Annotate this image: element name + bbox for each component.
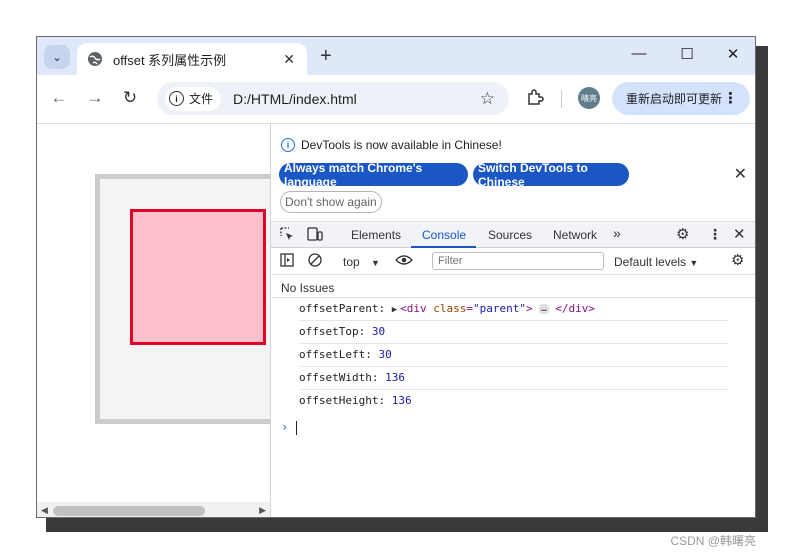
html-close-tag: </div> bbox=[555, 302, 596, 315]
globe-icon bbox=[88, 52, 102, 66]
match-language-button[interactable]: Always match Chrome's language bbox=[279, 161, 468, 189]
tab-search-chevron-icon[interactable]: ⌄ bbox=[44, 45, 70, 69]
infobar-close-icon[interactable]: ✕ bbox=[734, 164, 747, 184]
browser-window: ⌄ offset 系列属性示例 ✕ + — ☐ ✕ ← → ↻ i 文件 D:/… bbox=[36, 36, 756, 518]
info-icon: i bbox=[169, 91, 184, 106]
horizontal-scrollbar[interactable]: ◀ ▶ bbox=[37, 502, 270, 517]
relaunch-update-button[interactable]: 重新启动即可更新 ⋮ bbox=[612, 82, 750, 115]
clear-console-icon[interactable] bbox=[308, 253, 322, 267]
html-tag: <div bbox=[400, 302, 434, 315]
log-value: 136 bbox=[385, 371, 405, 384]
maximize-icon[interactable]: ☐ bbox=[677, 45, 697, 63]
page-viewport: ◀ ▶ bbox=[37, 124, 270, 517]
infobar-message-row: i DevTools is now available in Chinese! bbox=[281, 138, 502, 152]
tab-title: offset 系列属性示例 bbox=[113, 52, 227, 68]
console-settings-gear-icon[interactable]: ⚙ bbox=[731, 251, 744, 269]
kebab-menu-icon[interactable]: ⋮ bbox=[723, 89, 738, 107]
watermark: CSDN @韩曙亮 bbox=[670, 534, 756, 548]
devtools-panel: i DevTools is now available in Chinese! … bbox=[270, 124, 755, 517]
infobar-message: DevTools is now available in Chinese! bbox=[301, 138, 502, 152]
console-input-caret[interactable] bbox=[296, 421, 297, 435]
levels-arrow-icon: ▼ bbox=[689, 258, 699, 268]
log-value: 30 bbox=[371, 325, 386, 338]
console-log: offsetParent: ▶ <div class="parent"> … </… bbox=[271, 298, 755, 412]
sidebar-toggle-icon[interactable] bbox=[280, 253, 294, 267]
toolbar-divider bbox=[561, 90, 562, 108]
html-attr-value: "parent" bbox=[473, 302, 526, 315]
log-offset-height: offsetHeight: 136 bbox=[299, 390, 729, 412]
devtools-menu-icon[interactable]: ⋮ bbox=[708, 226, 722, 243]
more-tabs-icon[interactable]: » bbox=[613, 225, 621, 241]
parent-div bbox=[95, 174, 270, 424]
tab-network[interactable]: Network bbox=[553, 228, 597, 242]
bookmark-star-icon[interactable]: ☆ bbox=[480, 89, 495, 109]
expand-triangle-icon[interactable]: ▶ bbox=[392, 305, 397, 315]
log-offset-left: offsetLeft: 30 bbox=[299, 344, 729, 367]
language-infobar: i DevTools is now available in Chinese! … bbox=[271, 124, 755, 221]
extensions-puzzle-icon[interactable] bbox=[526, 88, 544, 106]
log-key: offsetTop: bbox=[299, 325, 372, 338]
tab-console[interactable]: Console bbox=[422, 228, 466, 242]
info-circle-icon: i bbox=[281, 138, 295, 152]
console-prompt-chevron-icon: › bbox=[281, 420, 289, 434]
tab-sources[interactable]: Sources bbox=[488, 228, 532, 242]
reload-icon[interactable]: ↻ bbox=[119, 88, 141, 108]
back-arrow-icon[interactable]: ← bbox=[48, 88, 70, 108]
scroll-left-icon[interactable]: ◀ bbox=[41, 505, 48, 516]
window-close-icon[interactable]: ✕ bbox=[723, 45, 743, 63]
log-value: 136 bbox=[391, 394, 412, 407]
url-text[interactable]: D:/HTML/index.html bbox=[233, 91, 480, 107]
log-offset-parent[interactable]: offsetParent: ▶ <div class="parent"> … </… bbox=[299, 298, 729, 321]
issues-counter[interactable]: No Issues bbox=[271, 275, 755, 298]
html-attr-name: class bbox=[433, 302, 467, 315]
tab-strip: ⌄ offset 系列属性示例 ✕ + — ☐ ✕ bbox=[37, 37, 755, 75]
inspect-element-icon[interactable] bbox=[280, 227, 294, 241]
address-bar[interactable]: i 文件 D:/HTML/index.html ☆ bbox=[157, 82, 509, 115]
html-tag-end: > bbox=[526, 302, 533, 315]
log-offset-top: offsetTop: 30 bbox=[299, 321, 729, 344]
scroll-right-icon[interactable]: ▶ bbox=[259, 505, 266, 516]
site-info-chip[interactable]: i 文件 bbox=[165, 86, 222, 111]
levels-label: Default levels bbox=[614, 255, 687, 269]
profile-avatar[interactable]: 晴亮 bbox=[578, 87, 600, 109]
browser-toolbar: ← → ↻ i 文件 D:/HTML/index.html ☆ 晴亮 重新启动即… bbox=[37, 75, 755, 124]
child-div bbox=[130, 209, 266, 345]
update-label: 重新启动即可更新 bbox=[626, 92, 723, 106]
context-label: top bbox=[343, 255, 360, 269]
tab-close-icon[interactable]: ✕ bbox=[283, 51, 295, 68]
devtools-close-icon[interactable]: ✕ bbox=[733, 225, 746, 243]
log-offset-width: offsetWidth: 136 bbox=[299, 367, 729, 390]
browser-tab[interactable]: offset 系列属性示例 ✕ bbox=[77, 43, 307, 75]
live-expression-eye-icon[interactable] bbox=[395, 254, 413, 266]
device-toolbar-icon[interactable] bbox=[307, 227, 323, 241]
collapsed-content-badge[interactable]: … bbox=[539, 304, 549, 314]
log-key: offsetParent: bbox=[299, 302, 392, 315]
log-key: offsetLeft: bbox=[299, 348, 379, 361]
settings-gear-icon[interactable]: ⚙ bbox=[676, 225, 689, 243]
console-filter-input[interactable] bbox=[432, 252, 604, 270]
minimize-icon[interactable]: — bbox=[629, 45, 649, 62]
new-tab-plus-icon[interactable]: + bbox=[320, 45, 332, 68]
log-key: offsetHeight: bbox=[299, 394, 392, 407]
dont-show-again-button[interactable]: Don't show again bbox=[280, 191, 382, 213]
log-key: offsetWidth: bbox=[299, 371, 386, 384]
tab-elements[interactable]: Elements bbox=[351, 228, 401, 242]
forward-arrow-icon[interactable]: → bbox=[84, 88, 106, 108]
switch-chinese-button[interactable]: Switch DevTools to Chinese bbox=[473, 161, 629, 189]
site-info-label: 文件 bbox=[189, 92, 214, 106]
dropdown-arrow-icon: ▼ bbox=[371, 258, 380, 268]
log-levels-dropdown[interactable]: Default levels ▼ bbox=[614, 255, 698, 269]
devtools-tabbar: Elements Console Sources Network » ⚙ ⋮ ✕ bbox=[271, 221, 755, 248]
log-value: 30 bbox=[378, 348, 392, 361]
scrollbar-thumb[interactable] bbox=[53, 506, 205, 516]
context-selector[interactable]: top ▼ bbox=[343, 255, 380, 269]
console-toolbar: top ▼ Default levels ▼ ⚙ bbox=[271, 248, 755, 275]
